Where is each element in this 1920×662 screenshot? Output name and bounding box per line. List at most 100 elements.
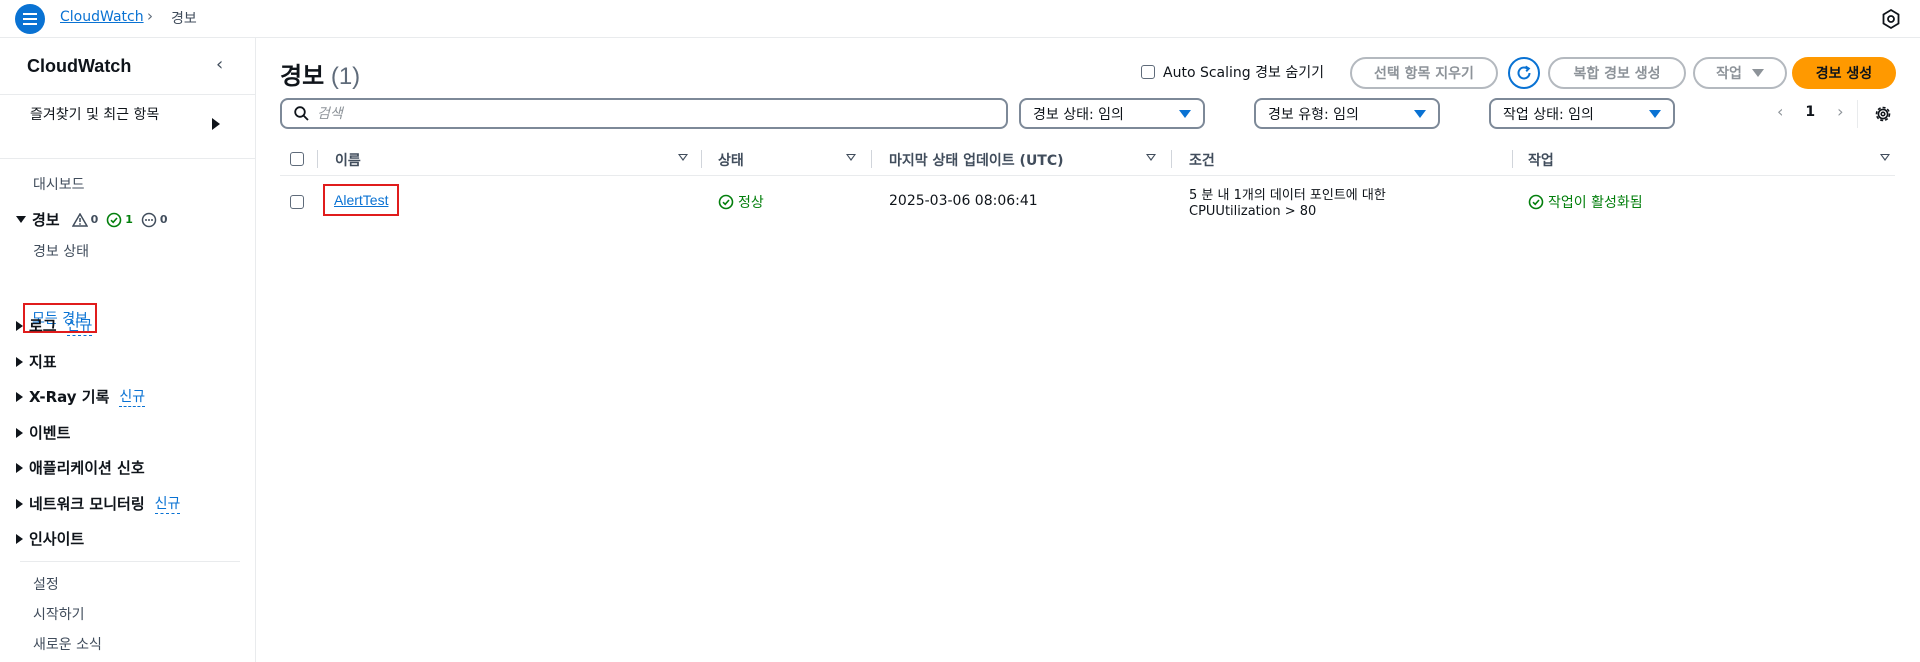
new-badge[interactable]: 신규 [119, 386, 146, 407]
sidebar-item-alarms[interactable]: 경보 0 1 0 [16, 209, 173, 230]
action-state-filter[interactable]: 작업 상태: 임의 [1489, 98, 1675, 129]
sidebar-item-settings[interactable]: 설정 [33, 574, 59, 594]
column-divider [1512, 150, 1513, 168]
ok-count: 1 [125, 213, 133, 226]
column-divider [1171, 150, 1172, 168]
sidebar-item-xray[interactable]: X-Ray 기록 신규 [16, 386, 146, 407]
sidebar-title: CloudWatch [27, 56, 132, 76]
sidebar-item-whats-new[interactable]: 새로운 소식 [33, 634, 102, 654]
current-page-number[interactable]: 1 [1805, 104, 1815, 120]
column-divider [317, 150, 318, 168]
sidebar-item-getting-started[interactable]: 시작하기 [33, 604, 85, 624]
caret-right-icon [16, 391, 23, 402]
create-alarm-button[interactable]: 경보 생성 [1792, 57, 1896, 89]
info-circle-icon[interactable] [1880, 8, 1902, 30]
caret-right-icon [16, 356, 23, 367]
sidebar-section-label: 네트워크 모니터링 [29, 495, 145, 513]
pagination-divider [1857, 100, 1858, 128]
header-last-update[interactable]: 마지막 상태 업데이트 (UTC) [889, 150, 1064, 170]
search-box[interactable] [280, 98, 1008, 129]
action-state-filter-value: 작업 상태: 임의 [1503, 106, 1594, 123]
clear-selection-button[interactable]: 선택 항목 지우기 [1350, 57, 1498, 89]
close-sidebar-icon[interactable]: ‹ [216, 54, 223, 75]
sidebar-favorites[interactable]: 즐겨찾기 및 최근 항목 [30, 106, 160, 125]
header-state[interactable]: 상태 [718, 150, 744, 170]
new-badge[interactable]: 신규 [66, 315, 93, 336]
next-page-icon[interactable]: › [1837, 102, 1843, 121]
refresh-button[interactable] [1508, 57, 1540, 89]
breadcrumb-cloudwatch-link[interactable]: CloudWatch [60, 9, 144, 25]
sidebar: CloudWatch ‹ 즐겨찾기 및 최근 항목 대시보드 경보 0 1 0 … [0, 38, 256, 662]
sidebar-item-logs[interactable]: 로그 신규 [16, 315, 93, 336]
sidebar-section-label: 로그 [29, 317, 57, 335]
caret-down-icon [16, 216, 26, 223]
sidebar-item-alarm-state[interactable]: 경보 상태 [33, 241, 89, 261]
row-condition-line1: 5 분 내 1개의 데이터 포인트에 대한 [1189, 188, 1386, 203]
caret-right-icon [16, 462, 23, 473]
check-circle-icon [718, 194, 734, 210]
hide-autoscaling-checkbox[interactable] [1141, 65, 1155, 79]
alarm-counts: 0 1 0 [71, 212, 173, 228]
sidebar-item-metrics[interactable]: 지표 [16, 351, 57, 372]
previous-page-icon[interactable]: ‹ [1777, 102, 1783, 121]
sort-caret-icon[interactable] [1146, 154, 1156, 161]
sort-caret-icon[interactable] [678, 154, 688, 161]
warning-icon [71, 212, 88, 227]
row-checkbox[interactable] [290, 195, 304, 209]
row-last-update: 2025-03-06 08:06:41 [889, 193, 1038, 209]
alarm-state-filter-value: 경보 상태: 임의 [1033, 106, 1124, 123]
ellipsis-circle-icon [141, 212, 157, 227]
caret-down-icon [1649, 110, 1661, 118]
hide-autoscaling-toggle[interactable]: Auto Scaling 경보 숨기기 [1141, 62, 1324, 82]
alarm-type-filter[interactable]: 경보 유형: 임의 [1254, 98, 1440, 129]
pagination: ‹ 1 › [1777, 102, 1844, 121]
sidebar-item-events[interactable]: 이벤트 [16, 422, 70, 443]
sidebar-section-label: 인사이트 [29, 530, 85, 548]
sidebar-section-label: 지표 [29, 353, 57, 371]
sidebar-item-insights[interactable]: 인사이트 [16, 528, 84, 549]
header-conditions: 조건 [1189, 153, 1215, 169]
sidebar-item-network-monitoring[interactable]: 네트워크 모니터링 신규 [16, 493, 181, 514]
search-icon [294, 106, 309, 121]
page-title-text: 경보 [280, 63, 325, 90]
caret-down-icon [1414, 110, 1426, 118]
new-badge[interactable]: 신규 [154, 493, 181, 514]
sort-caret-icon[interactable] [1880, 154, 1890, 161]
search-input[interactable] [317, 105, 977, 122]
column-divider [871, 150, 872, 168]
actions-dropdown[interactable]: 작업 [1693, 57, 1787, 89]
caret-right-icon [16, 533, 23, 544]
alarm-state-filter[interactable]: 경보 상태: 임의 [1019, 98, 1205, 129]
select-all-checkbox[interactable] [290, 152, 304, 166]
caret-down-icon [1179, 110, 1191, 118]
check-circle-icon [106, 212, 122, 227]
hide-autoscaling-label: Auto Scaling 경보 숨기기 [1163, 65, 1324, 81]
row-actions-text: 작업이 활성화됨 [1548, 195, 1643, 211]
row-condition-line2: CPUUtilization > 80 [1189, 204, 1317, 219]
sidebar-divider [0, 94, 256, 95]
alarm-name-link[interactable]: AlertTest [323, 184, 400, 216]
sort-caret-icon[interactable] [846, 154, 856, 161]
gear-icon[interactable] [1873, 104, 1893, 124]
header-name[interactable]: 이름 [335, 150, 361, 170]
sidebar-divider [20, 561, 240, 562]
sidebar-section-label: X-Ray 기록 [29, 388, 110, 406]
header-actions: 작업 [1528, 153, 1554, 169]
sidebar-item-application-signals[interactable]: 애플리케이션 신호 [16, 457, 145, 478]
table-header: 이름 상태 마지막 상태 업데이트 (UTC) 조건 작업 [280, 142, 1895, 176]
sidebar-item-alarms-label: 경보 [32, 211, 60, 229]
row-actions-status: 작업이 활성화됨 [1528, 192, 1643, 212]
sidebar-item-dashboards[interactable]: 대시보드 [33, 174, 85, 194]
in-alarm-count: 0 [90, 213, 99, 226]
chevron-right-icon: › [147, 7, 153, 25]
alarm-total-count: (1) [330, 63, 361, 90]
caret-right-icon[interactable] [212, 118, 220, 130]
actions-dropdown-label: 작업 [1716, 66, 1742, 82]
breadcrumb-current: 경보 [171, 11, 197, 27]
caret-right-icon [16, 498, 23, 509]
refresh-icon [1517, 65, 1531, 80]
top-bar: CloudWatch › 경보 [0, 0, 1920, 38]
create-composite-alarm-button[interactable]: 복합 경보 생성 [1548, 57, 1686, 89]
sidebar-section-label: 애플리케이션 신호 [29, 459, 145, 477]
hamburger-menu-icon[interactable] [15, 4, 45, 34]
